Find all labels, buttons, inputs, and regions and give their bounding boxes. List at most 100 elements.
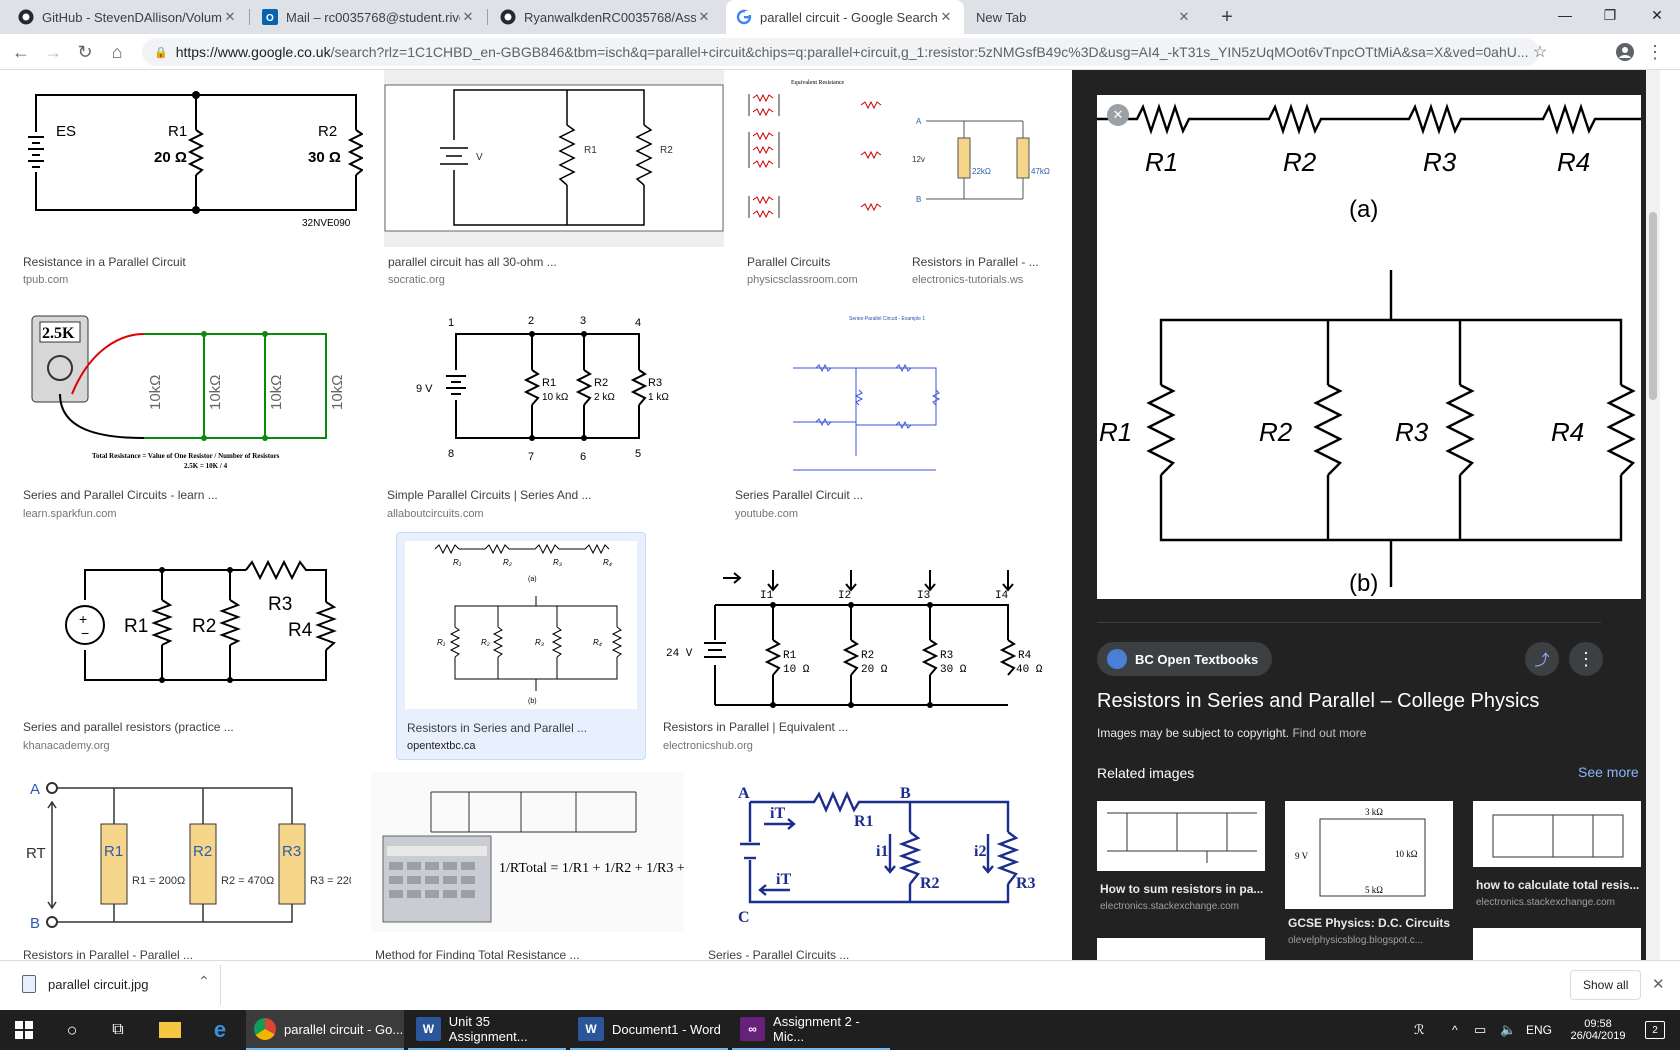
svg-text:30 Ω: 30 Ω [308,149,341,166]
people-icon[interactable]: ℛ [1414,1010,1424,1050]
result-title[interactable]: Resistors in Series and Parallel ... [407,721,637,735]
chevron-up-icon[interactable]: ⌃ [198,973,210,990]
scrollbar-thumb[interactable] [1649,212,1657,400]
forward-icon[interactable]: → [38,34,68,70]
close-tab-icon[interactable]: ✕ [938,9,954,25]
source-chip[interactable]: BC Open Textbooks [1097,642,1273,676]
related-image[interactable]: 3 kΩ 10 kΩ 5 kΩ 9 V [1285,801,1453,909]
result-thumbnail[interactable]: A B C R1 R2 R3 iT iT i1 i2 [704,772,1053,932]
action-center-icon[interactable]: 2 [1640,1010,1670,1050]
related-title[interactable]: how to calculate total resis... [1476,878,1644,892]
result-title[interactable]: Series - Parallel Circuits ... [708,948,1038,960]
tab-mail[interactable]: O Mail – rc0035768@student.rivers ✕ [252,0,486,34]
result-title[interactable]: Resistors in Parallel | Equivalent ... [663,720,993,734]
result-title[interactable]: Method for Finding Total Resistance ... [375,948,675,960]
result-thumbnail[interactable]: R₁ R₂ R₃ R₄ R₁ R₂ R₃ R₄ (a) (b) [405,541,637,709]
close-shelf-icon[interactable]: ✕ [1652,975,1665,993]
result-title[interactable]: Resistors in Parallel - Parallel ... [23,948,343,960]
related-title[interactable]: GCSE Physics: D.C. Circuits [1288,916,1456,930]
chevron-up-icon[interactable]: ^ [1452,1010,1458,1050]
restore-icon[interactable]: ❐ [1585,0,1635,30]
close-window-icon[interactable]: ✕ [1632,0,1680,30]
taskbar-item-chrome[interactable]: parallel circuit - Go... [246,1010,404,1050]
result-thumbnail[interactable]: 1/RTotal = 1/R1 + 1/R2 + 1/R3 + 1/R4 [371,772,684,932]
home-icon[interactable]: ⌂ [102,34,132,70]
result-title[interactable]: Series and parallel resistors (practice … [23,720,353,734]
svg-text:I1: I1 [760,590,774,602]
edge-icon[interactable]: e [200,1010,240,1050]
result-title[interactable]: parallel circuit has all 30-ohm ... [388,255,708,269]
preview-image[interactable]: R1 R2 R3 R4 R1 R2 R3 R4 (a) (b) ✕ [1097,95,1641,599]
close-preview-icon[interactable]: ✕ [1107,104,1129,126]
new-tab-button[interactable]: + [1212,0,1242,34]
result-thumbnail[interactable]: + − R1 R2 R3 R4 [20,540,381,708]
close-tab-icon[interactable]: ✕ [460,9,476,25]
svg-text:10 kΩ: 10 kΩ [1395,849,1418,859]
result-thumbnail[interactable]: Series-Parallel Circuit - Example 1 [731,310,1053,478]
volume-muted-icon[interactable]: 🔈 [1500,1010,1516,1050]
file-explorer-icon[interactable] [150,1010,190,1050]
share-icon[interactable]: ⤴ [1525,642,1559,676]
close-tab-icon[interactable]: ✕ [222,9,238,25]
result-source: socratic.org [388,274,445,286]
tab-new[interactable]: New Tab ✕ [966,0,1202,34]
clock[interactable]: 09:58 26/04/2019 [1562,1010,1634,1050]
result-thumbnail[interactable]: 24 V I1 I2 I3 I4 R1 10 Ω R2 20 Ω R3 30 Ω R4 40 … [660,540,1053,708]
result-thumbnail[interactable]: 2.5K 10kΩ 10kΩ 10kΩ 10kΩ Total Resistanc… [20,310,363,478]
result-thumbnail[interactable]: 9 V R1 10 kΩ R2 2 kΩ R3 1 kΩ 1 2 3 4 8 7 6 5 [384,310,712,478]
search-icon[interactable]: ○ [52,1010,92,1050]
vertical-scrollbar[interactable] [1646,70,1660,960]
result-title[interactable]: Resistors in Parallel - ... [912,255,1052,269]
related-image[interactable] [1097,801,1265,871]
browser-toolbar: ← → ↻ ⌂ 🔒 https://www.google.co.uk/searc… [0,34,1680,70]
result-thumbnail[interactable]: Equivalent Resistance [743,70,888,247]
result-thumbnail[interactable]: A B 12v 22kΩ 47kΩ [908,70,1053,247]
svg-text:R2: R2 [920,875,940,892]
result-title[interactable]: Series Parallel Circuit ... [735,488,1035,502]
show-all-button[interactable]: Show all [1570,970,1642,1000]
svg-text:R1: R1 [124,616,148,637]
result-source: electronicshub.org [663,740,753,752]
minimize-icon[interactable]: — [1540,0,1590,30]
close-tab-icon[interactable]: ✕ [1176,9,1192,25]
see-more-link[interactable]: See more [1578,764,1639,780]
close-tab-icon[interactable]: ✕ [696,9,712,25]
more-options-icon[interactable]: ⋮ [1569,642,1603,676]
result-title[interactable]: Resistance in a Parallel Circuit [23,255,363,269]
taskbar-item-word-doc1[interactable]: W Document1 - Word [570,1010,728,1050]
taskbar-item-visual-studio[interactable]: ∞ Assignment 2 - Mic... [732,1010,890,1050]
language-indicator[interactable]: ENG [1526,1010,1552,1050]
related-title[interactable]: How to sum resistors in pa... [1100,882,1268,896]
bookmark-star-icon[interactable]: ☆ [1525,34,1555,70]
svg-text:R3: R3 [1395,417,1429,447]
related-image[interactable] [1097,938,1265,960]
result-thumbnail[interactable]: V R1 R2 [384,70,724,247]
svg-text:10 kΩ: 10 kΩ [542,392,569,403]
task-view-icon[interactable]: ⧉ [98,1010,138,1050]
reload-icon[interactable]: ↻ [70,34,100,70]
start-button[interactable] [0,1010,48,1050]
related-image[interactable] [1473,928,1641,960]
tab-google-search[interactable]: parallel circuit - Google Search ✕ [726,0,964,34]
result-title[interactable]: Parallel Circuits [747,255,887,269]
result-title[interactable]: Simple Parallel Circuits | Series And ..… [387,488,707,502]
result-thumbnail[interactable]: A B RT R1 R2 R3 R1 = 200Ω R2 = 470Ω R3 =… [20,772,351,932]
tab-github-assign[interactable]: RyanwalkdenRC0035768/Assign ✕ [490,0,722,34]
download-filename[interactable]: parallel circuit.jpg [48,977,148,992]
result-thumbnail[interactable]: ES R1 20 Ω R2 30 Ω 32NVE090 [20,70,363,247]
svg-text:A: A [916,117,922,126]
profile-icon[interactable] [1610,34,1640,70]
preview-title[interactable]: Resistors in Series and Parallel – Colle… [1097,690,1539,713]
network-icon[interactable]: ▭ [1474,1010,1486,1050]
menu-icon[interactable]: ⋮ [1640,34,1670,70]
taskbar-item-word-unit35[interactable]: W Unit 35 Assignment... [408,1010,566,1050]
find-out-more-link[interactable]: Find out more [1292,726,1366,740]
back-icon[interactable]: ← [6,34,36,70]
svg-text:R1: R1 [854,813,874,830]
related-image[interactable] [1473,801,1641,867]
globe-icon [1107,649,1127,669]
result-card-selected[interactable]: R₁ R₂ R₃ R₄ R₁ R₂ R₃ R₄ (a) (b) Resistors in S… [396,532,646,760]
tab-github-volume[interactable]: GitHub - StevenDAllison/Volume ✕ [8,0,248,34]
result-title[interactable]: Series and Parallel Circuits - learn ... [23,488,353,502]
address-bar[interactable]: 🔒 https://www.google.co.uk/search?rlz=1C… [142,38,1540,66]
